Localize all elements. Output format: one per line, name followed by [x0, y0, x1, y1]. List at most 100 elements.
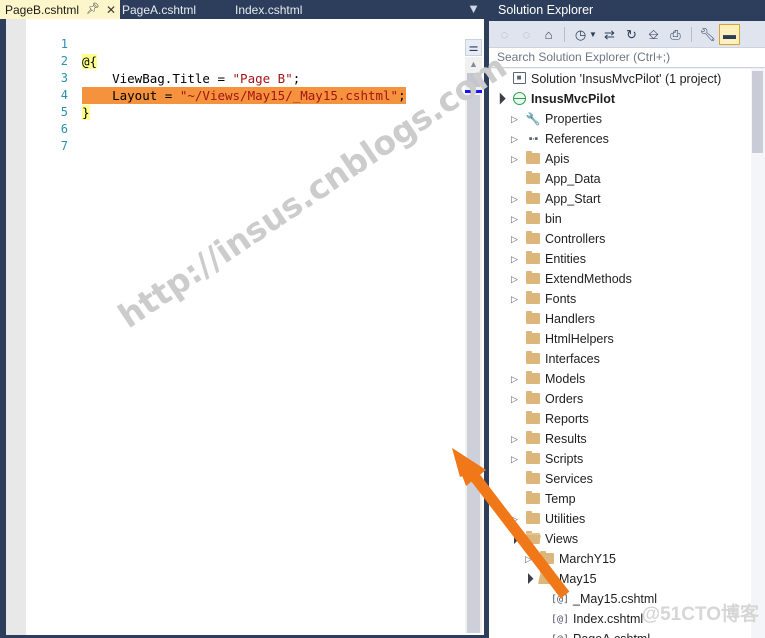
chevron-right-icon[interactable]: ▷	[509, 389, 520, 409]
editor-vertical-scrollbar[interactable]: ▲	[465, 57, 482, 633]
pin-icon[interactable]: 📌︎	[86, 4, 100, 15]
back-arrow-icon[interactable]: ◌	[494, 24, 515, 45]
tree-item-label: Controllers	[545, 232, 606, 246]
tree-item-label: HtmlHelpers	[545, 332, 614, 346]
chevron-right-icon[interactable]: ▷	[509, 249, 520, 269]
chevron-down-icon[interactable]: ▼	[589, 30, 598, 39]
tree-item-label: Results	[545, 432, 587, 446]
tree-item-results[interactable]: ▷ Results	[489, 429, 765, 449]
tree-item-models[interactable]: ▷ Models	[489, 369, 765, 389]
chevron-right-icon[interactable]: ▷	[509, 109, 520, 129]
chevron-down-icon[interactable]: ◢	[490, 88, 512, 110]
close-icon[interactable]: ✕	[106, 4, 116, 16]
tree-item-reports[interactable]: Reports	[489, 409, 765, 429]
tree-item-label: Entities	[545, 252, 586, 266]
tree-item-marchy15[interactable]: ▷ MarchY15	[489, 549, 765, 569]
tree-item-label: Properties	[545, 112, 602, 126]
tree-item-temp[interactable]: Temp	[489, 489, 765, 509]
chevron-right-icon[interactable]: ▷	[509, 449, 520, 469]
sync-with-active-document-icon[interactable]: ⇄	[599, 24, 620, 45]
tree-item-bin[interactable]: ▷ bin	[489, 209, 765, 229]
tree-item-htmlhelpers[interactable]: HtmlHelpers	[489, 329, 765, 349]
tree-item-views[interactable]: ◢ Views	[489, 529, 765, 549]
line-number: 7	[60, 139, 68, 153]
tree-item-app-start[interactable]: ▷ App_Start	[489, 189, 765, 209]
chevron-down-icon[interactable]: ◢	[504, 528, 526, 550]
scrollbar-thumb[interactable]	[752, 71, 763, 153]
tree-item-fonts[interactable]: ▷ Fonts	[489, 289, 765, 309]
tree-item-apis[interactable]: ▷ Apis	[489, 149, 765, 169]
folder-icon	[525, 389, 541, 409]
show-all-files-icon[interactable]: ⎙	[665, 24, 686, 45]
tree-item-extendmethods[interactable]: ▷ ExtendMethods	[489, 269, 765, 289]
wrench-icon: 🔧	[525, 112, 541, 126]
tree-item-entities[interactable]: ▷ Entities	[489, 249, 765, 269]
folder-icon	[525, 169, 541, 189]
preview-selected-items-icon[interactable]: ▬	[719, 23, 740, 45]
tab-pagea-cshtml[interactable]: PageA.cshtml	[122, 0, 196, 19]
tree-item-handlers[interactable]: Handlers	[489, 309, 765, 329]
folder-icon	[525, 409, 541, 429]
scrollbar-thumb[interactable]	[467, 73, 480, 87]
tree-item-utilities[interactable]: ▷ Utilities	[489, 509, 765, 529]
tree-item-label: App_Start	[545, 192, 601, 206]
solution-tree-scrollbar[interactable]	[751, 69, 765, 638]
code-text-area[interactable]: 1 @{ 2 ViewBag.Title = "Page B"; 3 Layou…	[26, 19, 454, 635]
code-line: 2 ViewBag.Title = "Page B";	[26, 36, 454, 86]
tree-item-index-cshtml[interactable]: [@] Index.cshtml	[489, 609, 765, 629]
code-line: 6	[26, 104, 454, 136]
folder-icon	[525, 229, 541, 249]
tree-item-insusmvcpilot[interactable]: ◢ InsusMvcPilot	[489, 89, 765, 109]
tree-item-label: _May15.cshtml	[573, 592, 658, 606]
chevron-down-icon[interactable]: ▼	[467, 2, 480, 16]
collapse-all-icon[interactable]: ⎒	[643, 24, 664, 45]
tree-item-properties[interactable]: ▷ 🔧 Properties	[489, 109, 765, 129]
refresh-icon[interactable]: ↻	[621, 24, 642, 45]
chevron-right-icon[interactable]: ▷	[523, 549, 534, 569]
chevron-right-icon[interactable]: ▷	[509, 189, 520, 209]
folder-icon	[525, 329, 541, 349]
chevron-right-icon[interactable]: ▷	[509, 269, 520, 289]
tree-item-label: bin	[545, 212, 562, 226]
chevron-right-icon[interactable]: ▷	[509, 129, 520, 149]
properties-wrench-icon[interactable]: 🔧︎	[697, 24, 718, 45]
folder-icon	[525, 149, 541, 169]
tree-item-interfaces[interactable]: Interfaces	[489, 349, 765, 369]
tab-index-cshtml[interactable]: Index.cshtml	[235, 0, 302, 19]
code-line: 3 Layout = "~/Views/May15/_May15.cshtml"…	[26, 53, 454, 104]
chevron-right-icon[interactable]: ▷	[509, 369, 520, 389]
tree-item-references[interactable]: ▷ ▪·▪ References	[489, 129, 765, 149]
tree-item-orders[interactable]: ▷ Orders	[489, 389, 765, 409]
tree-item-services[interactable]: Services	[489, 469, 765, 489]
chevron-right-icon[interactable]: ▷	[509, 509, 520, 529]
tree-item-pagea-cshtml[interactable]: [@]PageA.cshtml	[489, 629, 765, 638]
tree-item-solution-insusmvcpilot-1-project[interactable]: ■ Solution 'InsusMvcPilot' (1 project)	[489, 69, 765, 89]
chevron-right-icon[interactable]: ▷	[509, 229, 520, 249]
tree-item-may15-cshtml[interactable]: [@] _May15.cshtml	[489, 589, 765, 609]
tab-label: Index.cshtml	[235, 2, 303, 17]
tree-item-app-data[interactable]: App_Data	[489, 169, 765, 189]
chevron-right-icon[interactable]: ▷	[509, 429, 520, 449]
forward-arrow-icon[interactable]: ◌	[516, 24, 537, 45]
chevron-right-icon[interactable]: ▷	[509, 149, 520, 169]
split-view-icon[interactable]: ⚌	[465, 39, 482, 56]
tab-pageb-cshtml[interactable]: PageB.cshtml 📌︎ ✕	[0, 0, 121, 19]
solution-tree[interactable]: ■ Solution 'InsusMvcPilot' (1 project) ◢ In…	[489, 69, 765, 638]
tree-item-label: Index.cshtml	[573, 612, 644, 626]
tree-item-controllers[interactable]: ▷ Controllers	[489, 229, 765, 249]
search-input[interactable]: Search Solution Explorer (Ctrl+;)	[489, 47, 765, 68]
tree-item-label: Apis	[545, 152, 570, 166]
tree-item-label: Orders	[545, 392, 584, 406]
chevron-down-icon[interactable]: ◢	[518, 568, 540, 590]
tree-item-may15[interactable]: ◢ May15	[489, 569, 765, 589]
tree-item-label: PageA.cshtml	[573, 629, 650, 638]
chevron-right-icon[interactable]: ▷	[509, 289, 520, 309]
code-line: 4 }	[26, 70, 454, 120]
chevron-right-icon[interactable]: ▷	[509, 209, 520, 229]
home-icon[interactable]: ⌂	[538, 24, 559, 45]
scrollbar-track[interactable]	[467, 95, 480, 633]
scrollbar-change-marker	[465, 90, 482, 93]
scroll-up-icon[interactable]: ▲	[465, 57, 482, 71]
pending-changes-clock-icon[interactable]: ◷	[570, 24, 591, 45]
tree-item-scripts[interactable]: ▷ Scripts	[489, 449, 765, 469]
